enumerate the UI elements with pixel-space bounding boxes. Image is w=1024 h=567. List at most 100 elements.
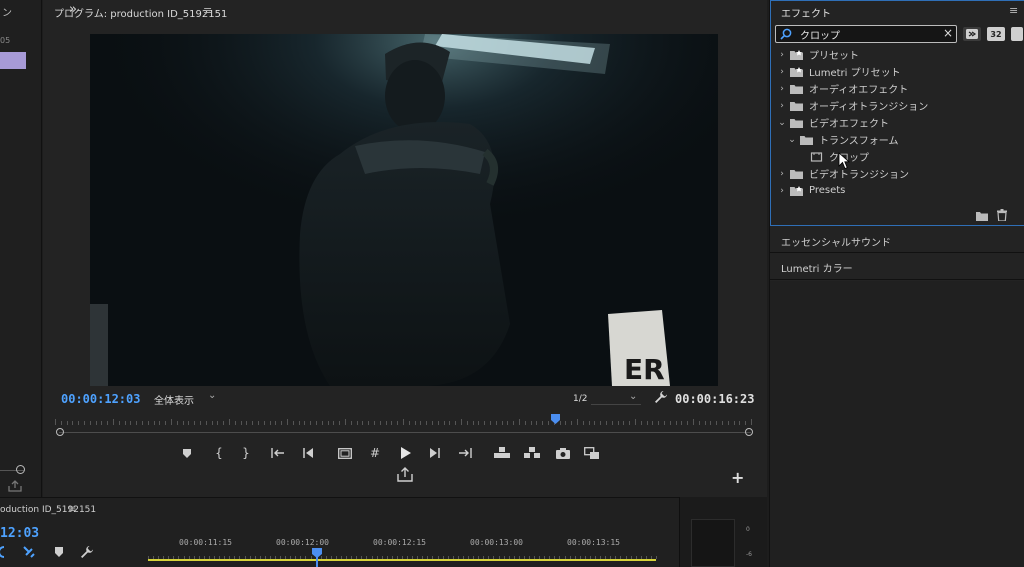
accelerated-effects-filter-button[interactable] [963, 27, 981, 41]
program-monitor-title[interactable]: プログラム: production ID_5192151 [54, 5, 227, 20]
playback-resolution-select[interactable]: 1/2 [573, 394, 587, 404]
play-button[interactable] [396, 444, 414, 462]
chevron-right-icon[interactable]: › [777, 186, 787, 196]
effects-tree-item[interactable]: › オーディオトランジション [771, 97, 1011, 114]
ruler-tick [577, 419, 578, 425]
ruler-tick [437, 421, 439, 425]
chevron-right-icon[interactable]: › [777, 67, 787, 77]
timeline-settings-wrench-icon[interactable] [80, 545, 94, 559]
ruler-tick [345, 419, 346, 425]
timeline-menu-icon[interactable]: ≡ [68, 504, 76, 515]
effects-panel-menu-icon[interactable]: ≡ [1009, 4, 1018, 17]
ruler-tick [565, 421, 567, 425]
comparison-view-button[interactable] [583, 444, 601, 462]
add-marker-button[interactable] [178, 444, 196, 462]
ruler-tick [391, 421, 393, 425]
ruler-tick [426, 421, 428, 425]
mark-in-button[interactable]: { [210, 444, 228, 462]
chevron-right-icon[interactable]: › [777, 84, 787, 94]
effects-tree-item[interactable]: ⌄ トランスフォーム [771, 131, 1011, 148]
32-bit-filter-button[interactable]: 32 [987, 27, 1005, 41]
lumetri-color-panel[interactable]: Lumetri カラー [770, 254, 1024, 280]
effects-search-input[interactable] [800, 28, 940, 41]
ruler-tick [548, 421, 549, 425]
program-time-ruler[interactable] [55, 418, 753, 426]
effects-tree-item[interactable]: › オーディオエフェクト [771, 80, 1011, 97]
yuv-filter-button[interactable] [1011, 27, 1023, 41]
video-preview[interactable]: ER [90, 34, 718, 386]
chevron-down-icon[interactable]: ⌄ [777, 118, 787, 128]
zoom-scroll-start-handle[interactable] [56, 428, 64, 436]
delete-trash-icon[interactable] [997, 209, 1007, 221]
zoom-slider-knob[interactable] [16, 465, 25, 474]
lift-button[interactable] [493, 444, 511, 462]
linked-selection-icon[interactable] [22, 545, 36, 559]
effects-tree-item[interactable]: クロップ [771, 148, 1011, 165]
playhead-timecode[interactable]: 00:00:12:03 [61, 392, 140, 406]
effects-search-box[interactable]: × [775, 25, 957, 43]
ruler-tick [107, 421, 109, 425]
step-back-button[interactable] [299, 444, 317, 462]
ruler-tick [171, 419, 172, 425]
ruler-tick [490, 421, 491, 425]
ruler-tick [629, 421, 631, 425]
ruler-tick [287, 419, 288, 425]
ruler-tick [559, 421, 561, 425]
effects-tree-item[interactable]: › ビデオトランジション [771, 165, 1011, 182]
clip-color-swatch[interactable] [0, 52, 26, 69]
chevron-down-icon[interactable]: ⌄ [787, 135, 797, 145]
mark-out-icon: } [242, 446, 250, 460]
ruler-tick [333, 421, 335, 425]
zoom-chevron-down-icon[interactable]: ⌄ [208, 390, 216, 401]
video-frame-image: ER [90, 34, 718, 386]
chevron-right-icon[interactable]: › [777, 101, 787, 111]
ruler-tick [501, 421, 503, 425]
go-to-out-button[interactable] [456, 444, 474, 462]
source-tab-label[interactable]: ン [2, 4, 12, 19]
ruler-tick [403, 419, 404, 425]
ruler-tick [339, 421, 341, 425]
ruler-tick [124, 421, 126, 425]
ruler-tick [588, 421, 590, 425]
chevron-right-icon[interactable]: › [777, 50, 787, 60]
extract-button[interactable] [523, 444, 541, 462]
effects-tree-item[interactable]: › Presets [771, 182, 1011, 199]
effects-tree-item-label: Lumetri プリセット [809, 68, 901, 79]
go-to-in-button[interactable] [269, 444, 287, 462]
ruler-tick [229, 419, 230, 425]
effects-panel-title[interactable]: エフェクト [781, 5, 831, 20]
new-bin-folder-icon[interactable] [976, 211, 988, 221]
safe-margins-button[interactable] [336, 444, 354, 462]
essential-sound-panel[interactable]: エッセンシャルサウンド [770, 227, 1024, 253]
step-forward-button[interactable] [426, 444, 444, 462]
marker-icon [183, 448, 191, 458]
zoom-level-select[interactable]: 全体表示 [154, 392, 194, 407]
ruler-tick [298, 421, 300, 425]
effects-tree-item[interactable]: › プリセット [771, 46, 1011, 63]
ruler-tick [606, 421, 607, 425]
settings-wrench-icon[interactable] [654, 390, 668, 404]
button-editor-add-button[interactable]: + [731, 468, 744, 487]
timeline-sequence-tab[interactable]: oduction ID_5192151 [0, 505, 96, 515]
zoom-scroll-end-handle[interactable] [745, 428, 753, 436]
effects-tree-item[interactable]: › Lumetri プリセット [771, 63, 1011, 80]
timeline-playhead-line[interactable] [316, 556, 318, 567]
timeline-panel: oduction ID_5192151 ≡ 12:03 00:00:11:15 … [0, 497, 767, 567]
effects-tree-item[interactable]: ⌄ ビデオエフェクト [771, 114, 1011, 131]
work-area-bar[interactable] [148, 559, 656, 561]
ripple-edit-icon[interactable] [0, 545, 14, 559]
ruler-tick [617, 421, 619, 425]
export-frame-button[interactable] [554, 444, 572, 462]
ruler-tick [84, 421, 85, 425]
ruler-tick [687, 421, 689, 425]
mark-out-button[interactable]: } [237, 444, 255, 462]
timeline-playhead-timecode[interactable]: 12:03 [0, 526, 39, 541]
chevron-right-icon[interactable]: › [777, 169, 787, 179]
guides-button[interactable]: # [366, 444, 384, 462]
export-icon[interactable] [8, 480, 22, 492]
export-button[interactable] [397, 466, 413, 482]
timeline-marker-icon[interactable] [52, 545, 66, 559]
resolution-chevron-down-icon[interactable]: ⌄ [629, 391, 637, 402]
clear-search-icon[interactable]: × [943, 26, 953, 40]
panel-menu-icon[interactable]: ≡ [203, 4, 212, 17]
